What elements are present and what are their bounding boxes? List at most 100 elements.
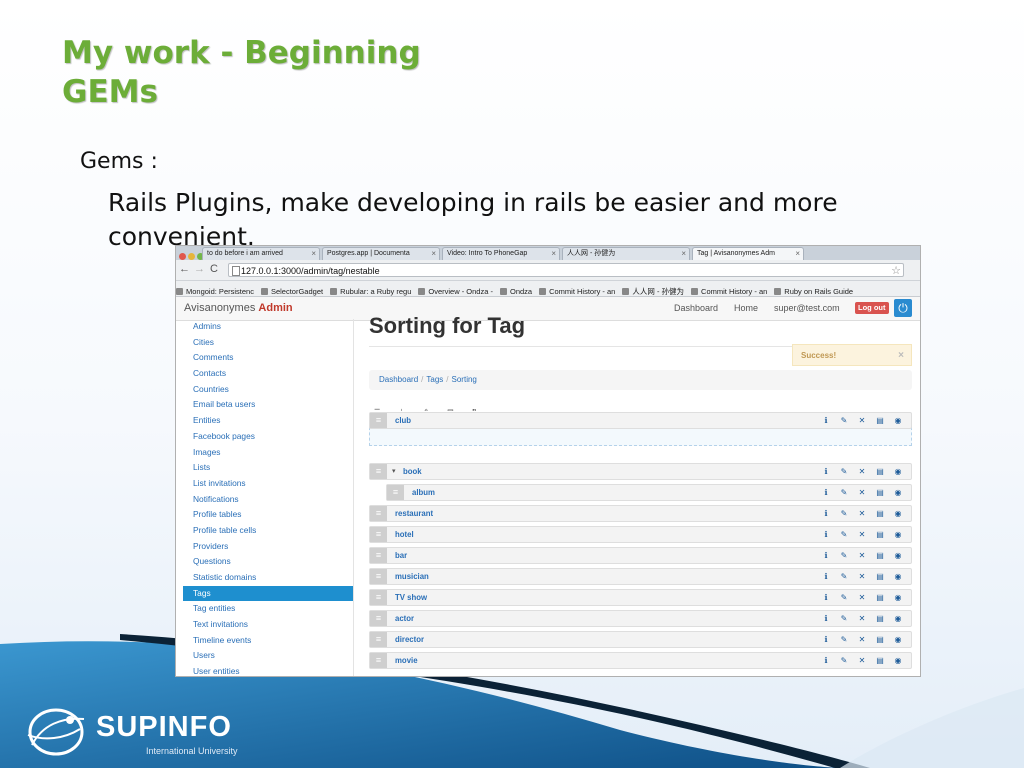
breadcrumb-tags[interactable]: Tags xyxy=(426,375,443,384)
history-icon[interactable]: ▤ xyxy=(871,569,889,584)
sidebar-item-statistic-domains[interactable]: Statistic domains xyxy=(183,570,353,586)
delete-icon[interactable]: ✕ xyxy=(853,527,871,542)
sidebar-item-tags[interactable]: Tags xyxy=(183,585,353,602)
show-icon[interactable]: ◉ xyxy=(889,506,907,521)
sidebar-item-list-invitations[interactable]: List invitations xyxy=(183,476,353,492)
nav-dashboard-link[interactable]: Dashboard xyxy=(674,303,718,313)
info-icon[interactable]: ℹ xyxy=(817,548,835,563)
show-icon[interactable]: ◉ xyxy=(889,590,907,605)
collapse-icon[interactable]: ▾ xyxy=(392,464,396,479)
back-arrow-icon[interactable]: ← xyxy=(179,263,190,275)
delete-icon[interactable]: ✕ xyxy=(853,632,871,647)
info-icon[interactable]: ℹ xyxy=(817,569,835,584)
bookmark-item[interactable]: SelectorGadget xyxy=(260,284,323,296)
sidebar-item-timeline-events[interactable]: Timeline events xyxy=(183,633,353,649)
edit-icon[interactable]: ✎ xyxy=(835,590,853,605)
show-icon[interactable]: ◉ xyxy=(889,527,907,542)
info-icon[interactable]: ℹ xyxy=(817,632,835,647)
info-icon[interactable]: ℹ xyxy=(817,464,835,479)
history-icon[interactable]: ▤ xyxy=(871,485,889,500)
info-icon[interactable]: ℹ xyxy=(817,506,835,521)
sidebar-item-images[interactable]: Images xyxy=(183,445,353,461)
sidebar-item-text-invitations[interactable]: Text invitations xyxy=(183,617,353,633)
tree-row[interactable]: ≡ hotel ℹ ✎ ✕ ▤ ◉ xyxy=(369,526,912,543)
info-icon[interactable]: ℹ xyxy=(817,485,835,500)
delete-icon[interactable]: ✕ xyxy=(853,653,871,668)
tree-row[interactable]: ≡ TV show ℹ ✎ ✕ ▤ ◉ xyxy=(369,589,912,606)
edit-icon[interactable]: ✎ xyxy=(835,548,853,563)
drag-handle-icon[interactable]: ≡ xyxy=(370,527,387,542)
edit-icon[interactable]: ✎ xyxy=(835,413,853,428)
sidebar-item-email-beta-users[interactable]: Email beta users xyxy=(183,397,353,413)
tab-close-icon[interactable]: × xyxy=(431,248,436,260)
edit-icon[interactable]: ✎ xyxy=(835,527,853,542)
logout-button[interactable]: Log out xyxy=(855,302,889,314)
bookmark-star-icon[interactable]: ☆ xyxy=(891,264,901,278)
sidebar-item-tag-entities[interactable]: Tag entities xyxy=(183,601,353,617)
drag-handle-icon[interactable]: ≡ xyxy=(370,590,387,605)
sidebar-item-profile-table-cells[interactable]: Profile table cells xyxy=(183,523,353,539)
history-icon[interactable]: ▤ xyxy=(871,464,889,479)
sidebar-item-questions[interactable]: Questions xyxy=(183,554,353,570)
edit-icon[interactable]: ✎ xyxy=(835,611,853,626)
show-icon[interactable]: ◉ xyxy=(889,611,907,626)
history-icon[interactable]: ▤ xyxy=(871,527,889,542)
sort-icon[interactable]: ⇅ xyxy=(472,408,478,411)
sidebar-item-cities[interactable]: Cities xyxy=(183,335,353,351)
browser-tab-active[interactable]: Tag | Avisanonymes Adm × xyxy=(692,247,804,260)
drag-handle-icon[interactable]: ≡ xyxy=(387,485,404,500)
tab-close-icon[interactable]: × xyxy=(311,248,316,260)
drag-handle-icon[interactable]: ≡ xyxy=(370,464,387,479)
tree-row[interactable]: ≡ restaurant ℹ ✎ ✕ ▤ ◉ xyxy=(369,505,912,522)
sidebar-item-facebook-pages[interactable]: Facebook pages xyxy=(183,429,353,445)
history-icon[interactable]: ▤ xyxy=(871,506,889,521)
tree-row[interactable]: ≡ ▾ book ℹ ✎ ✕ ▤ ◉ xyxy=(369,463,912,480)
drag-handle-icon[interactable]: ≡ xyxy=(370,632,387,647)
info-icon[interactable]: ℹ xyxy=(817,413,835,428)
delete-icon[interactable]: ✕ xyxy=(853,569,871,584)
bookmark-item[interactable]: Mongoid: Persistenc xyxy=(176,284,254,296)
sidebar-item-notifications[interactable]: Notifications xyxy=(183,492,353,508)
show-icon[interactable]: ◉ xyxy=(889,485,907,500)
drag-handle-icon[interactable]: ≡ xyxy=(370,506,387,521)
url-bar[interactable]: 127.0.0.1:3000/admin/tag/nestable ☆ xyxy=(228,263,904,277)
tree-row[interactable]: ≡ club ℹ ✎ ✕ ▤ ◉ xyxy=(369,412,912,429)
add-icon[interactable]: ＋ xyxy=(398,407,405,411)
show-icon[interactable]: ◉ xyxy=(889,548,907,563)
nav-home-link[interactable]: Home xyxy=(734,303,758,313)
list-icon[interactable]: ☰ xyxy=(374,408,380,411)
show-icon[interactable]: ◉ xyxy=(889,569,907,584)
sidebar-item-admins[interactable]: Admins xyxy=(183,319,353,335)
show-icon[interactable]: ◉ xyxy=(889,464,907,479)
edit-icon[interactable]: ✎ xyxy=(835,569,853,584)
drag-handle-icon[interactable]: ≡ xyxy=(370,653,387,668)
sidebar-item-lists[interactable]: Lists xyxy=(183,460,353,476)
export-icon[interactable]: ⇪ xyxy=(423,408,429,411)
history-icon[interactable]: ▤ xyxy=(871,413,889,428)
sidebar-item-countries[interactable]: Countries xyxy=(183,382,353,398)
sidebar-item-entities[interactable]: Entities xyxy=(183,413,353,429)
show-icon[interactable]: ◉ xyxy=(889,653,907,668)
drag-handle-icon[interactable]: ≡ xyxy=(370,569,387,584)
tree-row[interactable]: ≡ musician ℹ ✎ ✕ ▤ ◉ xyxy=(369,568,912,585)
delete-icon[interactable]: ✕ xyxy=(853,506,871,521)
delete-icon[interactable]: ✕ xyxy=(853,590,871,605)
sidebar-item-user-entities[interactable]: User entities xyxy=(183,664,353,676)
alert-close-icon[interactable]: × xyxy=(898,345,904,367)
edit-icon[interactable]: ✎ xyxy=(835,464,853,479)
sidebar-item-providers[interactable]: Providers xyxy=(183,539,353,555)
edit-icon[interactable]: ✎ xyxy=(835,506,853,521)
bookmark-item[interactable]: Commit History - an xyxy=(691,284,767,296)
history-icon[interactable]: ▤ xyxy=(871,548,889,563)
drag-handle-icon[interactable]: ≡ xyxy=(370,611,387,626)
tree-row[interactable]: ≡ actor ℹ ✎ ✕ ▤ ◉ xyxy=(369,610,912,627)
edit-icon[interactable]: ✎ xyxy=(835,485,853,500)
history-icon[interactable]: ▤ xyxy=(871,611,889,626)
forward-arrow-icon[interactable]: → xyxy=(194,263,205,275)
history-icon[interactable]: ▤ xyxy=(447,408,454,411)
info-icon[interactable]: ℹ xyxy=(817,611,835,626)
edit-icon[interactable]: ✎ xyxy=(835,653,853,668)
reload-icon[interactable]: C xyxy=(210,263,218,275)
bookmark-item[interactable]: Rubular: a Ruby regu xyxy=(330,284,411,296)
delete-icon[interactable]: ✕ xyxy=(853,548,871,563)
